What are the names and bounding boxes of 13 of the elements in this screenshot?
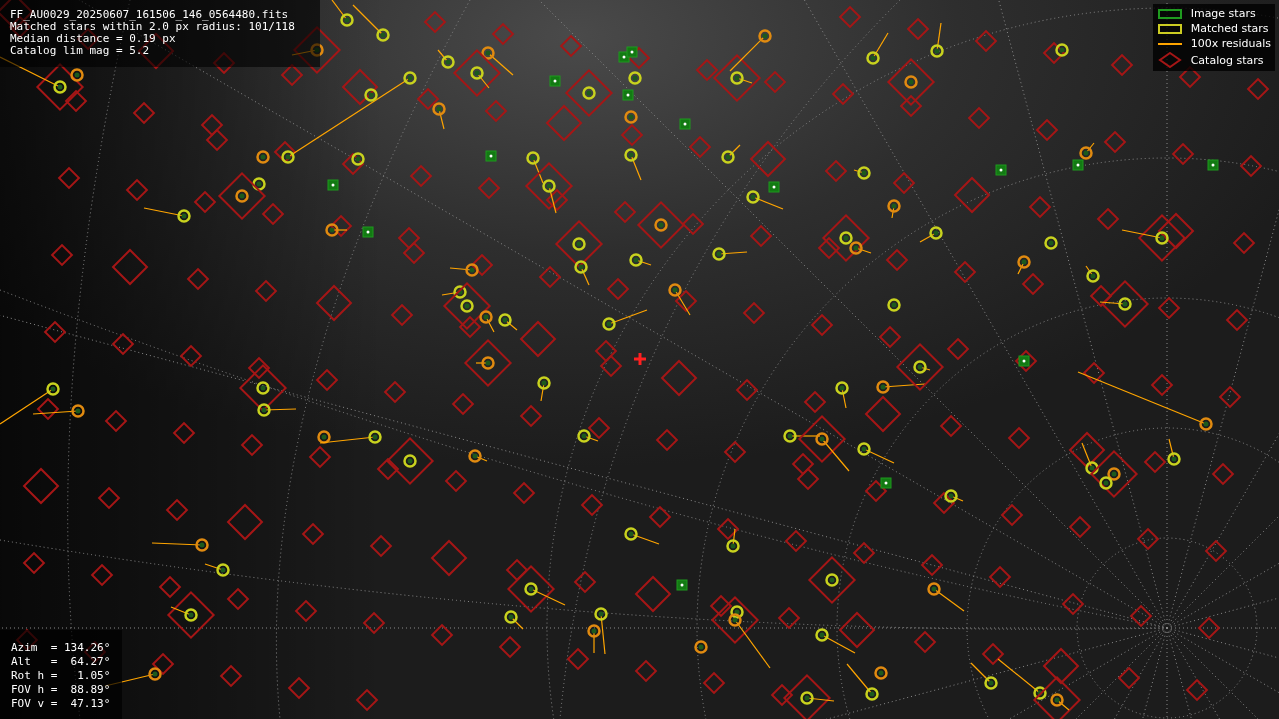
legend-label: 100x residuals xyxy=(1190,37,1271,50)
pointing-text: FOV h = 88.89° xyxy=(11,683,111,697)
legend-label: Catalog stars xyxy=(1190,53,1264,67)
pointing-text: Rot h = 1.05° xyxy=(11,669,111,683)
info-text: FF_AU0029_20250607_161506_146_0564480.fits xyxy=(10,9,289,21)
info-text: Catalog lim mag = 5.2 xyxy=(10,45,150,57)
info-text: Matched stars within 2.0 px radius: 101/118 xyxy=(10,21,295,33)
legend-label: Matched stars xyxy=(1190,22,1269,35)
legend-label: Image stars xyxy=(1190,7,1256,20)
pointing-text: Azim = 134.26° xyxy=(11,641,111,655)
pointing-text: FOV v = 47.13° xyxy=(11,697,111,711)
pointing-text: Alt = 64.27° xyxy=(11,655,111,669)
info-text: Median distance = 0.19 px xyxy=(10,33,176,45)
